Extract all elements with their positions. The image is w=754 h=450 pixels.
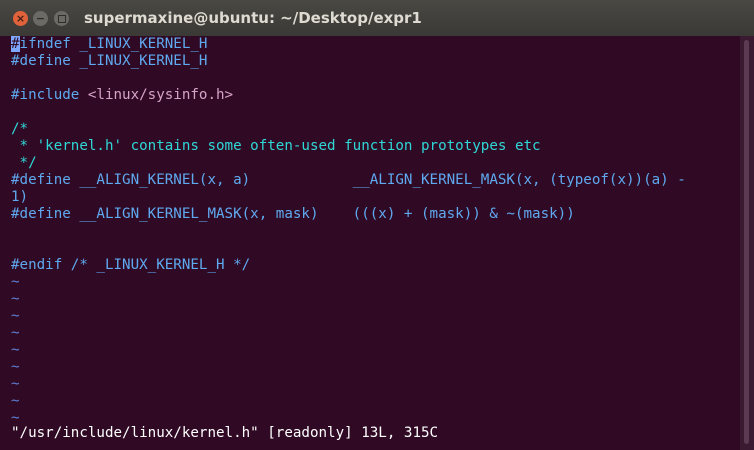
code-line: */ bbox=[11, 155, 37, 171]
code-line: #define __ALIGN_KERNEL(x, a) __ALIGN_KER… bbox=[11, 172, 686, 188]
empty-line-marker: ~ bbox=[11, 325, 20, 341]
empty-line-marker: ~ bbox=[11, 359, 20, 375]
status-line: "/usr/include/linux/kernel.h" [readonly]… bbox=[11, 425, 439, 441]
editor-buffer[interactable]: #ifndef _LINUX_KERNEL_H #define _LINUX_K… bbox=[11, 36, 686, 427]
empty-line-marker: ~ bbox=[11, 393, 20, 409]
minimize-icon: − bbox=[35, 12, 46, 25]
code-line: #define __ALIGN_KERNEL_MASK(x, mask) (((… bbox=[11, 206, 575, 222]
empty-line-marker: ~ bbox=[11, 342, 20, 358]
empty-line-marker: ~ bbox=[11, 308, 20, 324]
terminal-area[interactable]: #ifndef _LINUX_KERNEL_H #define _LINUX_K… bbox=[0, 36, 740, 450]
close-icon: × bbox=[15, 12, 26, 25]
minimize-button[interactable]: − bbox=[33, 11, 48, 26]
scrollbar[interactable] bbox=[740, 36, 754, 450]
text-cursor: # bbox=[11, 36, 20, 52]
empty-line-marker: ~ bbox=[11, 291, 20, 307]
empty-line-marker: ~ bbox=[11, 376, 20, 392]
window-title: supermaxine@ubuntu: ~/Desktop/expr1 bbox=[84, 9, 422, 27]
code-line: #ifndef _LINUX_KERNEL_H bbox=[11, 36, 208, 52]
code-line: #endif /* _LINUX_KERNEL_H */ bbox=[11, 257, 251, 273]
terminal-window: × − supermaxine@ubuntu: ~/Desktop/expr1 … bbox=[0, 0, 754, 450]
maximize-icon bbox=[57, 14, 66, 23]
empty-line-marker: ~ bbox=[11, 274, 20, 290]
code-line: * 'kernel.h' contains some often-used fu… bbox=[11, 138, 541, 154]
maximize-button[interactable] bbox=[54, 11, 69, 26]
code-line: #define _LINUX_KERNEL_H bbox=[11, 53, 208, 69]
code-line: 1) bbox=[11, 189, 29, 205]
code-line: /* bbox=[11, 121, 29, 137]
code-line: #include <linux/sysinfo.h> bbox=[11, 87, 234, 103]
scrollbar-thumb[interactable] bbox=[744, 40, 749, 444]
close-button[interactable]: × bbox=[13, 11, 28, 26]
title-bar[interactable]: × − supermaxine@ubuntu: ~/Desktop/expr1 bbox=[0, 0, 754, 37]
